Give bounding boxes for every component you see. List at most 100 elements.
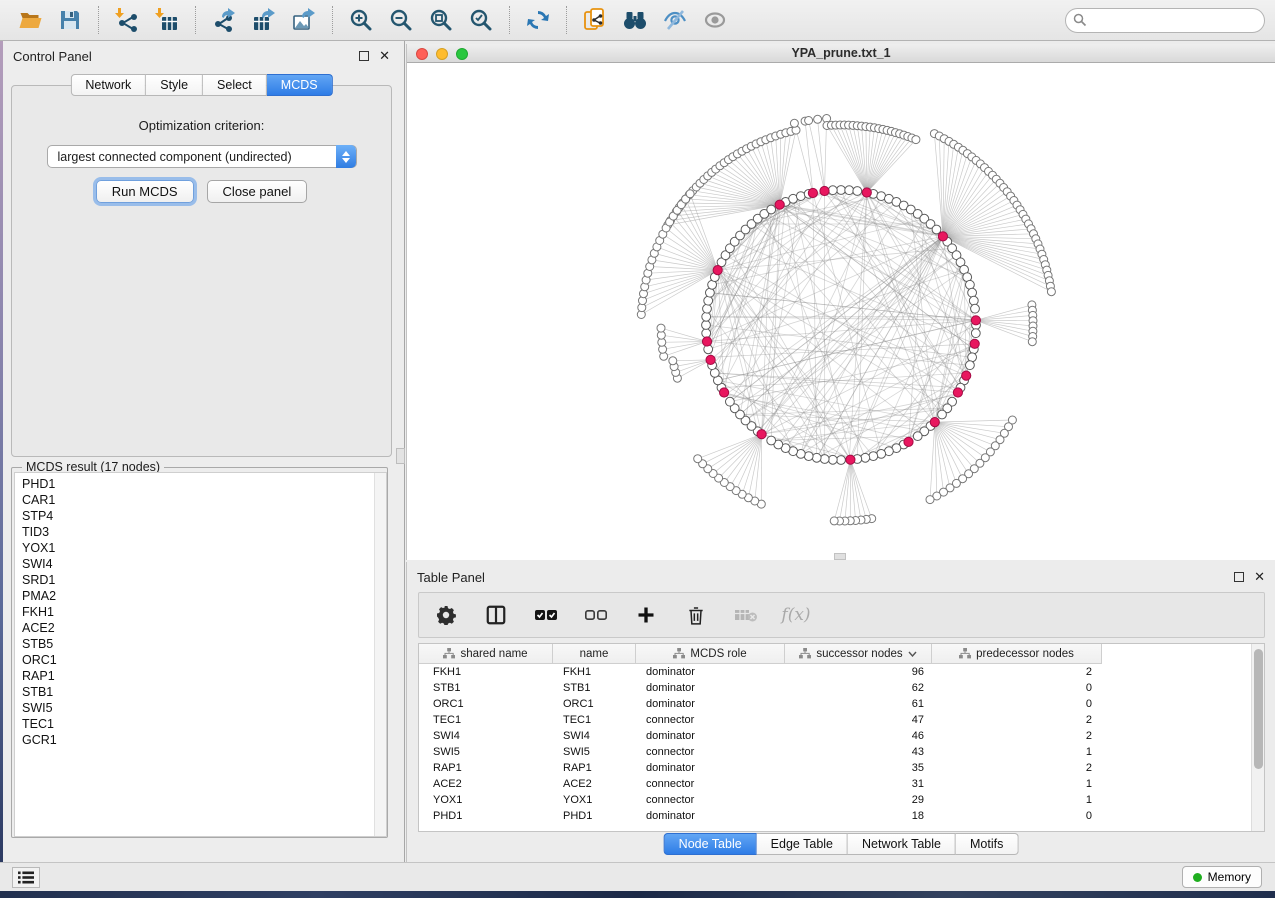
zoom-selected-button[interactable] [464,4,498,36]
table-cell: 0 [932,696,1102,712]
open-file-button[interactable] [13,4,47,36]
toggle-column-view-button[interactable] [483,602,509,628]
table-row[interactable]: ACE2ACE2connector311 [419,776,1264,792]
close-table-panel-icon[interactable]: ✕ [1254,572,1265,582]
panel-splitter-handle[interactable] [396,448,405,464]
import-table-button[interactable] [150,4,184,36]
save-session-button[interactable] [53,4,87,36]
float-table-panel-icon[interactable] [1234,572,1244,582]
table-cell: RAP1 [419,760,553,776]
export-network-button[interactable] [207,4,241,36]
mcds-result-item[interactable]: ORC1 [22,652,386,668]
table-cell: YOX1 [419,792,553,808]
table-row[interactable]: YOX1YOX1connector291 [419,792,1264,808]
export-image-button[interactable] [287,4,321,36]
memory-button[interactable]: Memory [1182,866,1262,888]
control-panel-header: Control Panel ✕ [3,41,400,71]
mcds-result-item[interactable]: TEC1 [22,716,386,732]
share-document-icon [583,8,607,32]
mcds-result-item[interactable]: SWI4 [22,556,386,572]
refresh-button[interactable] [521,4,555,36]
tab-mcds[interactable]: MCDS [267,74,333,96]
window-maximize-icon[interactable] [456,48,468,60]
table-panel-header: Table Panel ✕ [407,562,1275,592]
search-input[interactable] [1065,8,1265,33]
mcds-result-item[interactable]: CAR1 [22,492,386,508]
table-scrollbar-thumb[interactable] [1254,649,1263,769]
table-cell: 18 [785,808,932,824]
tab-network-table[interactable]: Network Table [848,833,956,855]
column-header-successor-nodes[interactable]: successor nodes [785,644,932,664]
tab-select[interactable]: Select [203,74,267,96]
mcds-result-list[interactable]: PHD1CAR1STP4TID3YOX1SWI4SRD1PMA2FKH1ACE2… [14,472,387,837]
hierarchy-icon [959,648,971,659]
show-graphics-details-button[interactable] [698,4,732,36]
hide-graphics-details-button[interactable] [658,4,692,36]
split-columns-icon [485,604,507,626]
table-row[interactable]: STB1STB1dominator620 [419,680,1264,696]
table-scrollbar[interactable] [1251,644,1264,831]
close-panel-button[interactable]: Close panel [207,180,308,203]
refresh-icon [526,8,550,32]
deselect-all-button[interactable] [583,602,609,628]
memory-status-icon [1193,873,1202,882]
window-close-icon[interactable] [416,48,428,60]
table-cell: connector [636,712,785,728]
zoom-out-button[interactable] [384,4,418,36]
zoom-in-button[interactable] [344,4,378,36]
mcds-result-item[interactable]: STB5 [22,636,386,652]
tab-motifs[interactable]: Motifs [956,833,1018,855]
network-window-titlebar[interactable]: YPA_prune.txt_1 [407,44,1275,63]
mcds-result-item[interactable]: FKH1 [22,604,386,620]
mcds-result-item[interactable]: GCR1 [22,732,386,748]
float-panel-icon[interactable] [359,51,369,61]
zoom-fit-button[interactable] [424,4,458,36]
mcds-result-item[interactable]: TID3 [22,524,386,540]
zoom-selected-icon [469,8,493,32]
run-mcds-button[interactable]: Run MCDS [96,180,194,203]
column-header-MCDS-role[interactable]: MCDS role [636,644,785,664]
mcds-result-item[interactable]: SRD1 [22,572,386,588]
table-row[interactable]: SWI5SWI5connector431 [419,744,1264,760]
window-minimize-icon[interactable] [436,48,448,60]
mcds-result-item[interactable]: PMA2 [22,588,386,604]
mcds-result-item[interactable]: RAP1 [22,668,386,684]
tab-node-table[interactable]: Node Table [664,833,757,855]
node-table: shared namenameMCDS rolesuccessor nodesp… [418,643,1265,832]
table-row[interactable]: ORC1ORC1dominator610 [419,696,1264,712]
table-cell: dominator [636,696,785,712]
network-graph[interactable] [407,63,1275,559]
find-button[interactable] [618,4,652,36]
table-row[interactable]: TEC1TEC1connector472 [419,712,1264,728]
column-header-name[interactable]: name [553,644,636,664]
mcds-result-item[interactable]: PHD1 [22,476,386,492]
mcds-result-item[interactable]: ACE2 [22,620,386,636]
mcds-result-item[interactable]: SWI5 [22,700,386,716]
table-row[interactable]: PHD1PHD1dominator180 [419,808,1264,824]
mcds-result-item[interactable]: STB1 [22,684,386,700]
open-in-browser-button[interactable] [578,4,612,36]
table-row[interactable]: RAP1RAP1dominator352 [419,760,1264,776]
mcds-list-scrollbar[interactable] [374,473,386,836]
select-all-button[interactable] [533,602,559,628]
create-column-button[interactable] [633,602,659,628]
tab-edge-table[interactable]: Edge Table [757,833,848,855]
column-header-predecessor-nodes[interactable]: predecessor nodes [932,644,1102,664]
criterion-dropdown[interactable]: largest connected component (undirected) [47,145,357,168]
export-table-button[interactable] [247,4,281,36]
mcds-result-item[interactable]: STP4 [22,508,386,524]
tab-style[interactable]: Style [146,74,203,96]
tab-network[interactable]: Network [70,74,146,96]
column-header-shared-name[interactable]: shared name [419,644,553,664]
close-panel-icon[interactable]: ✕ [379,51,390,61]
import-network-button[interactable] [110,4,144,36]
table-row[interactable]: FKH1FKH1dominator962 [419,664,1264,680]
table-cell: ORC1 [553,696,636,712]
list-icon [18,871,34,884]
task-history-button[interactable] [12,867,40,888]
delete-column-button[interactable] [683,602,709,628]
horizontal-splitter-handle[interactable] [834,553,846,560]
table-settings-button[interactable] [433,602,459,628]
mcds-result-item[interactable]: YOX1 [22,540,386,556]
table-row[interactable]: SWI4SWI4dominator462 [419,728,1264,744]
